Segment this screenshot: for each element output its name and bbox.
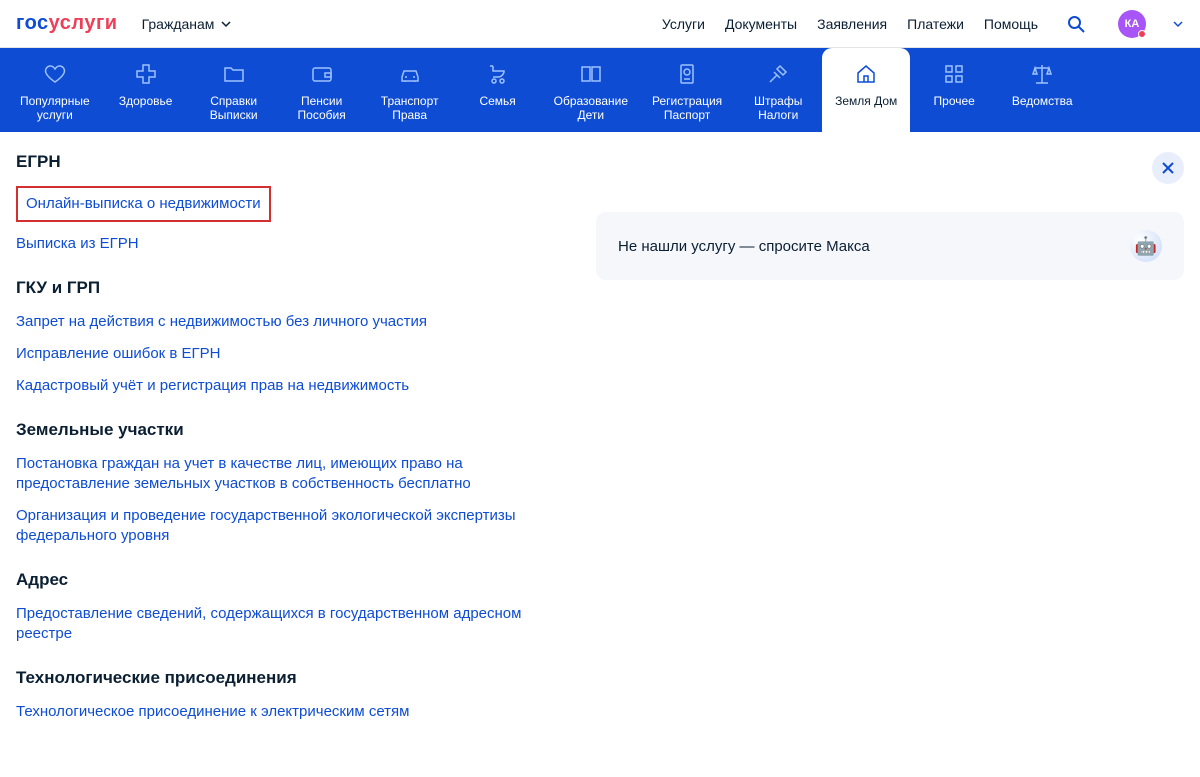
gavel-icon xyxy=(766,62,790,86)
notification-dot-icon xyxy=(1138,30,1146,38)
wallet-icon xyxy=(310,62,334,86)
book-icon xyxy=(579,62,603,86)
logo-gos: гос xyxy=(16,12,49,34)
folder-icon xyxy=(222,62,246,86)
tab-label: Регистрация Паспорт xyxy=(652,94,722,122)
service-link[interactable]: Организация и проведение государственной… xyxy=(16,506,566,546)
passport-icon xyxy=(675,62,699,86)
header-nav: Услуги Документы Заявления Платежи Помощ… xyxy=(662,10,1184,38)
tab-label: Штрафы Налоги xyxy=(754,94,802,122)
tab-house[interactable]: Земля Дом xyxy=(822,48,910,132)
tab-scales[interactable]: Ведомства xyxy=(998,48,1086,132)
tab-passport[interactable]: Регистрация Паспорт xyxy=(640,48,734,132)
tab-label: Транспорт Права xyxy=(381,94,439,122)
content-area: ЕГРН Онлайн-выписка о недвижимости Выписка… xyxy=(0,132,1200,746)
tab-label: Популярные услуги xyxy=(20,94,90,122)
tab-label: Семья xyxy=(479,94,515,108)
section-title: ГКУ и ГРП xyxy=(16,278,566,298)
assistant-prompt[interactable]: Не нашли услугу — спросите Макса xyxy=(596,212,1184,280)
tab-heart[interactable]: Популярные услуги xyxy=(8,48,102,132)
nav-applications[interactable]: Заявления xyxy=(817,16,887,32)
assistant-text: Не нашли услугу — спросите Макса xyxy=(618,238,870,255)
category-tabs: Популярные услуги Здоровье Справки Выписки… xyxy=(0,48,1200,132)
grid-icon xyxy=(942,62,966,86)
nav-services[interactable]: Услуги xyxy=(662,16,705,32)
tab-stroller[interactable]: Семья xyxy=(454,48,542,132)
tab-folder[interactable]: Справки Выписки xyxy=(190,48,278,132)
user-avatar[interactable]: КА xyxy=(1118,10,1146,38)
tab-medical[interactable]: Здоровье xyxy=(102,48,190,132)
tab-label: Справки Выписки xyxy=(210,94,258,122)
tab-car[interactable]: Транспорт Права xyxy=(366,48,454,132)
avatar-initials: КА xyxy=(1125,18,1140,30)
close-icon xyxy=(1160,160,1176,176)
tab-book[interactable]: Образование Дети xyxy=(542,48,640,132)
right-panel: Не нашли услугу — спросите Макса xyxy=(596,152,1184,746)
tab-label: Пенсии Пособия xyxy=(298,94,346,122)
logo[interactable]: госуслуги xyxy=(16,12,118,35)
audience-label: Гражданам xyxy=(142,16,215,32)
section-block: ЕГРН Онлайн-выписка о недвижимости Выписка… xyxy=(16,152,566,254)
service-link[interactable]: Выписка из ЕГРН xyxy=(16,234,566,254)
tab-label: Прочее xyxy=(934,94,975,108)
medical-icon xyxy=(134,62,158,86)
nav-payments[interactable]: Платежи xyxy=(907,16,964,32)
section-title: Земельные участки xyxy=(16,420,566,440)
service-link[interactable]: Запрет на действия с недвижимостью без л… xyxy=(16,312,566,332)
search-icon xyxy=(1066,14,1086,34)
car-icon xyxy=(398,62,422,86)
nav-documents[interactable]: Документы xyxy=(725,16,797,32)
audience-dropdown[interactable]: Гражданам xyxy=(142,16,233,32)
nav-help[interactable]: Помощь xyxy=(984,16,1038,32)
chevron-down-icon[interactable] xyxy=(1172,18,1184,30)
close-button[interactable] xyxy=(1152,152,1184,184)
chevron-down-icon xyxy=(220,18,232,30)
service-link[interactable]: Технологическое присоединение к электрич… xyxy=(16,702,566,722)
section-title: Технологические присоединения xyxy=(16,668,566,688)
tab-label: Ведомства xyxy=(1012,94,1073,108)
search-button[interactable] xyxy=(1066,14,1086,34)
service-link[interactable]: Исправление ошибок в ЕГРН xyxy=(16,344,566,364)
service-link[interactable]: Постановка граждан на учет в качестве ли… xyxy=(16,454,566,494)
service-link[interactable]: Предоставление сведений, содержащихся в … xyxy=(16,604,566,644)
tab-gavel[interactable]: Штрафы Налоги xyxy=(734,48,822,132)
service-link[interactable]: Кадастровый учёт и регистрация прав на н… xyxy=(16,376,566,396)
section-title: ЕГРН xyxy=(16,152,566,172)
services-list[interactable]: ЕГРН Онлайн-выписка о недвижимости Выписка… xyxy=(16,152,576,746)
scales-icon xyxy=(1030,62,1054,86)
section-block: Адрес Предоставление сведений, содержащих… xyxy=(16,570,566,644)
section-title: Адрес xyxy=(16,570,566,590)
assistant-avatar-icon xyxy=(1130,230,1162,262)
stroller-icon xyxy=(486,62,510,86)
tab-label: Земля Дом xyxy=(835,94,897,108)
section-block: Земельные участки Постановка граждан на у… xyxy=(16,420,566,546)
header-bar: госуслуги Гражданам Услуги Документы Зая… xyxy=(0,0,1200,48)
logo-uslugi: услуги xyxy=(49,12,118,34)
service-link[interactable]: Онлайн-выписка о недвижимости xyxy=(16,186,271,222)
heart-icon xyxy=(43,62,67,86)
section-block: ГКУ и ГРП Запрет на действия с недвижимос… xyxy=(16,278,566,396)
section-block: Технологические присоединения Технологиче… xyxy=(16,668,566,722)
house-icon xyxy=(854,62,878,86)
tab-wallet[interactable]: Пенсии Пособия xyxy=(278,48,366,132)
tab-label: Образование Дети xyxy=(554,94,628,122)
tab-label: Здоровье xyxy=(119,94,173,108)
tab-grid[interactable]: Прочее xyxy=(910,48,998,132)
